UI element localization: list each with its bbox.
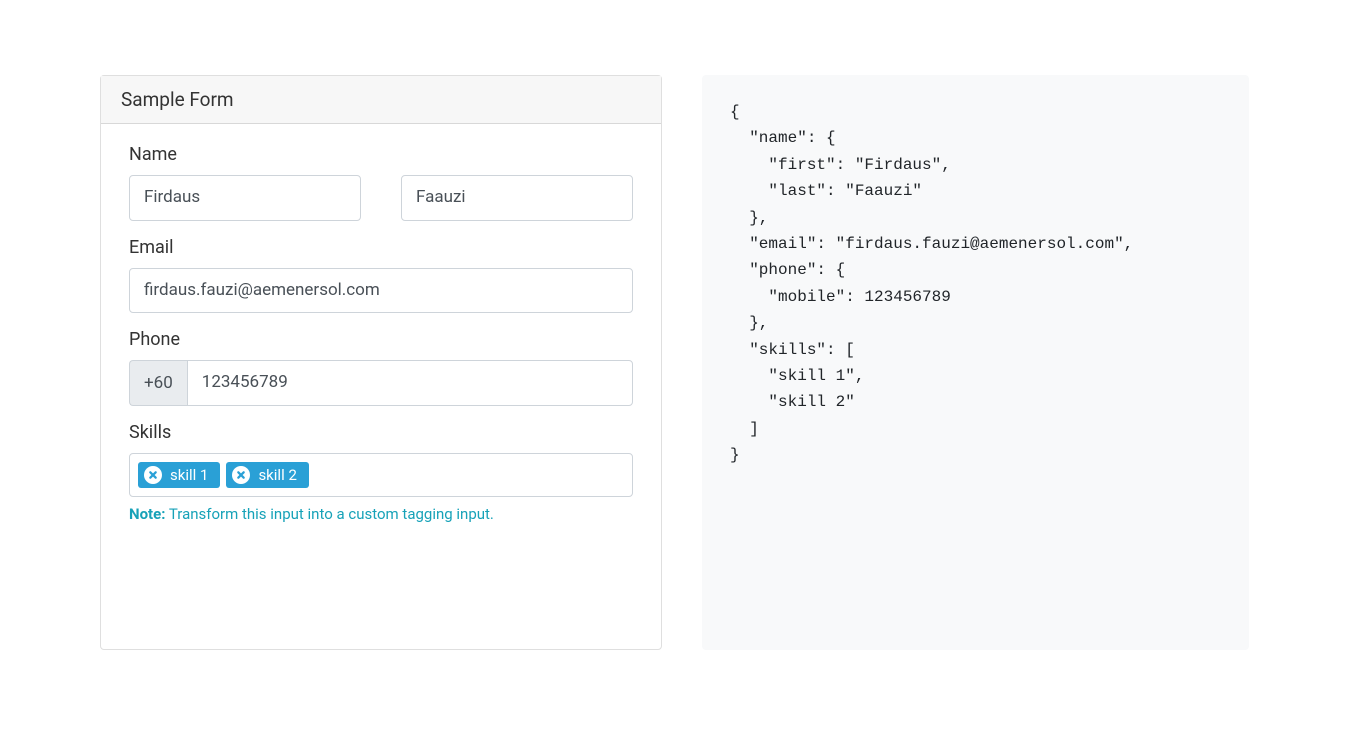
skills-label: Skills [129, 422, 633, 443]
note-label: Note: [129, 505, 165, 523]
card-header: Sample Form [101, 76, 661, 124]
phone-prefix: +60 [129, 360, 187, 406]
email-group: Email [129, 237, 633, 314]
skills-group: Skills skill 1 skill 2 [129, 422, 633, 523]
phone-label: Phone [129, 329, 633, 350]
json-output: { "name": { "first": "Firdaus", "last": … [730, 99, 1221, 468]
first-name-input[interactable] [129, 175, 361, 221]
phone-input[interactable] [187, 360, 633, 406]
skills-note: Note: Transform this input into a custom… [129, 505, 633, 523]
skills-tags-input[interactable]: skill 1 skill 2 [129, 453, 633, 497]
skill-tag: skill 1 [138, 462, 220, 488]
name-group: Name [129, 144, 633, 221]
sample-form-card: Sample Form Name Email Phone +60 [100, 75, 662, 650]
note-text: Transform this input into a custom taggi… [165, 505, 493, 523]
card-title: Sample Form [121, 88, 234, 111]
email-input[interactable] [129, 268, 633, 314]
name-label: Name [129, 144, 633, 165]
skill-tag: skill 2 [226, 462, 308, 488]
remove-tag-icon[interactable] [232, 466, 250, 484]
remove-tag-icon[interactable] [144, 466, 162, 484]
last-name-input[interactable] [401, 175, 633, 221]
skill-tag-label: skill 2 [258, 466, 296, 484]
json-output-panel: { "name": { "first": "Firdaus", "last": … [702, 75, 1249, 650]
phone-group: Phone +60 [129, 329, 633, 406]
email-label: Email [129, 237, 633, 258]
card-body: Name Email Phone +60 Skills [101, 124, 661, 553]
skill-tag-label: skill 1 [170, 466, 208, 484]
